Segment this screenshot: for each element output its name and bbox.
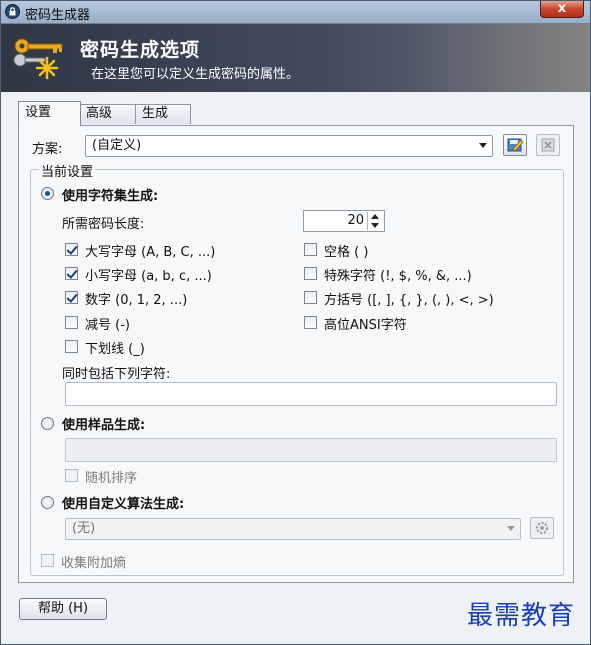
chevron-up-icon: [371, 214, 379, 219]
close-button[interactable]: x: [540, 1, 584, 18]
algo-options-button[interactable]: [530, 517, 554, 539]
title-bar[interactable]: 密码生成器 x: [1, 1, 590, 24]
charset-option-label: 使用字符集生成:: [62, 189, 159, 204]
special-checkbox[interactable]: [304, 267, 317, 280]
charset-radio[interactable]: [41, 187, 54, 200]
high-ansi-label: 高位ANSI字符: [324, 318, 407, 333]
space-label: 空格 ( ): [324, 245, 369, 260]
tab-advanced[interactable]: 高级: [79, 104, 137, 124]
length-value: 20: [347, 213, 364, 228]
space-checkbox[interactable]: [304, 243, 317, 256]
custom-algo-select[interactable]: (无): [65, 518, 521, 540]
scheme-label: 方案:: [32, 142, 63, 157]
password-generator-window: 密码生成器 x 密码生成选项 在这里您可以定义生成密码的属性。 设置 高级 生成: [0, 0, 591, 645]
scheme-select[interactable]: (自定义): [85, 135, 493, 157]
banner-decoration: [410, 24, 590, 92]
special-label: 特殊字符 (!, $, %, &, ...): [324, 269, 472, 284]
tab-settings[interactable]: 设置: [18, 101, 81, 126]
keys-sparkle-icon: [13, 38, 63, 80]
chevron-down-icon: [507, 526, 515, 531]
lowercase-checkbox[interactable]: [65, 267, 78, 280]
lock-icon: [5, 4, 20, 19]
custom-algo-option-label: 使用自定义算法生成:: [62, 497, 185, 512]
window-title: 密码生成器: [25, 8, 91, 23]
uppercase-checkbox[interactable]: [65, 243, 78, 256]
scheme-value: (自定义): [92, 138, 142, 153]
brackets-checkbox[interactable]: [304, 291, 317, 304]
custom-algo-value: (无): [72, 521, 96, 536]
include-also-input[interactable]: [65, 382, 557, 406]
custom-algo-radio[interactable]: [41, 496, 54, 509]
length-label: 所需密码长度:: [62, 217, 145, 232]
delete-icon: [541, 138, 555, 152]
chevron-down-icon: [479, 143, 487, 148]
digits-label: 数字 (0, 1, 2, ...): [85, 293, 188, 308]
stepper-buttons[interactable]: [367, 212, 383, 230]
pattern-radio[interactable]: [41, 417, 54, 430]
save-scheme-button[interactable]: [503, 134, 527, 156]
uppercase-label: 大写字母 (A, B, C, ...): [85, 245, 216, 260]
collect-entropy-label: 收集附加熵: [61, 556, 127, 571]
pattern-option-label: 使用样品生成:: [62, 418, 146, 433]
underscore-checkbox[interactable]: [65, 340, 78, 353]
include-also-label: 同时包括下列字符:: [62, 367, 171, 382]
random-order-checkbox[interactable]: [65, 469, 78, 482]
brackets-label: 方括号 ([, ], {, }, (, ), <, >): [324, 293, 494, 308]
current-settings-legend: 当前设置: [39, 161, 96, 180]
gear-icon: [535, 521, 549, 535]
banner-subtitle: 在这里您可以定义生成密码的属性。: [91, 67, 300, 82]
pattern-input[interactable]: [65, 438, 557, 462]
header-banner: 密码生成选项 在这里您可以定义生成密码的属性。: [1, 24, 590, 92]
digits-checkbox[interactable]: [65, 291, 78, 304]
help-button[interactable]: 帮助 (H): [19, 598, 107, 620]
lowercase-label: 小写字母 (a, b, c, ...): [85, 269, 212, 284]
random-order-label: 随机排序: [85, 471, 138, 486]
banner-title: 密码生成选项: [80, 39, 201, 61]
length-stepper[interactable]: 20: [303, 210, 385, 232]
delete-scheme-button[interactable]: [536, 134, 560, 156]
collect-entropy-checkbox[interactable]: [41, 554, 54, 567]
chevron-down-icon: [371, 223, 379, 228]
minus-checkbox[interactable]: [65, 316, 78, 329]
high-ansi-checkbox[interactable]: [304, 316, 317, 329]
tab-generate[interactable]: 生成: [135, 104, 191, 124]
underscore-label: 下划线 (_): [85, 342, 145, 357]
minus-label: 减号 (-): [85, 318, 130, 333]
edit-save-icon: [507, 138, 524, 152]
watermark-text: 最需教育: [467, 601, 576, 631]
